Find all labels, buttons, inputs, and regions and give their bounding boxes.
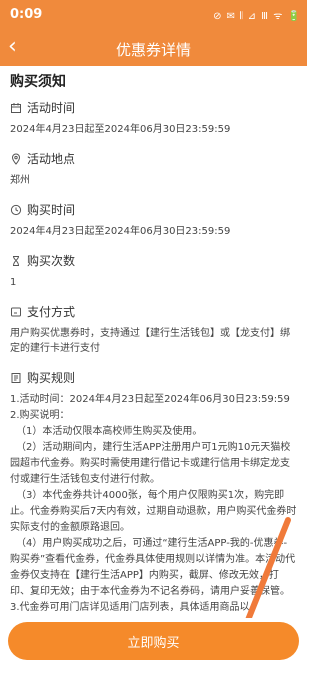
section-title: 活动地点 bbox=[27, 152, 76, 166]
activity-place-value: 郑州 bbox=[10, 175, 30, 186]
purchase-count-value: 1 bbox=[10, 277, 17, 288]
section-title: 购买规则 bbox=[27, 371, 76, 385]
rule-line: 1.活动时间：2024年4月23日起至2024年06月30日23:59:59 bbox=[10, 394, 290, 405]
section-title: 购买次数 bbox=[27, 254, 76, 268]
rule-line: 2.购买说明： bbox=[10, 410, 70, 421]
rule-line: （1）本活动仅限本高校师生购买及使用。 bbox=[16, 426, 203, 437]
hourglass-icon bbox=[13, 255, 19, 266]
page-title: 优惠券详情 bbox=[115, 41, 191, 59]
nav-bar: ‹ 优惠券详情 bbox=[0, 30, 307, 66]
buy-now-button[interactable]: 立即购买 bbox=[8, 622, 299, 660]
card-icon bbox=[11, 307, 21, 316]
document-icon bbox=[11, 372, 21, 383]
section-purchase-count: 购买次数 bbox=[10, 252, 297, 269]
section-title: 活动时间 bbox=[27, 101, 76, 115]
section-activity-place: 活动地点 bbox=[10, 150, 297, 167]
status-time: 0:09 bbox=[10, 7, 43, 22]
status-icons: ⊘ ✉ 𝄃 ⊿ Ⅲ ᯤ 🔋 bbox=[213, 11, 301, 22]
section-activity-time: 活动时间 bbox=[10, 99, 297, 116]
rule-line: （2）活动期间内，建行生活APP注册用户可1元购10元天猫校园超市代金券。购买时… bbox=[10, 442, 291, 485]
section-rules: 购买规则 bbox=[10, 369, 297, 386]
calendar-icon bbox=[11, 102, 21, 113]
clock-icon bbox=[10, 204, 22, 215]
activity-time-value: 2024年4月23日起至2024年06月30日23:59:59 bbox=[10, 124, 231, 135]
bottom-bar: 立即购买 bbox=[0, 618, 307, 696]
payment-value: 用户购买优惠券时，支持通过【建行生活钱包】或【龙支付】绑定的建行卡进行支付 bbox=[10, 328, 290, 354]
section-title: 支付方式 bbox=[27, 305, 76, 319]
section-title: 购买时间 bbox=[27, 203, 76, 217]
notice-title: 购买须知 bbox=[10, 74, 66, 90]
section-payment: 支付方式 bbox=[10, 303, 297, 320]
status-bar: 0:09 ⊘ ✉ 𝄃 ⊿ Ⅲ ᯤ 🔋 bbox=[0, 0, 307, 30]
purchase-time-value: 2024年4月23日起至2024年06月30日23:59:59 bbox=[10, 226, 231, 237]
section-purchase-time: 购买时间 bbox=[10, 201, 297, 218]
location-icon bbox=[11, 153, 21, 165]
